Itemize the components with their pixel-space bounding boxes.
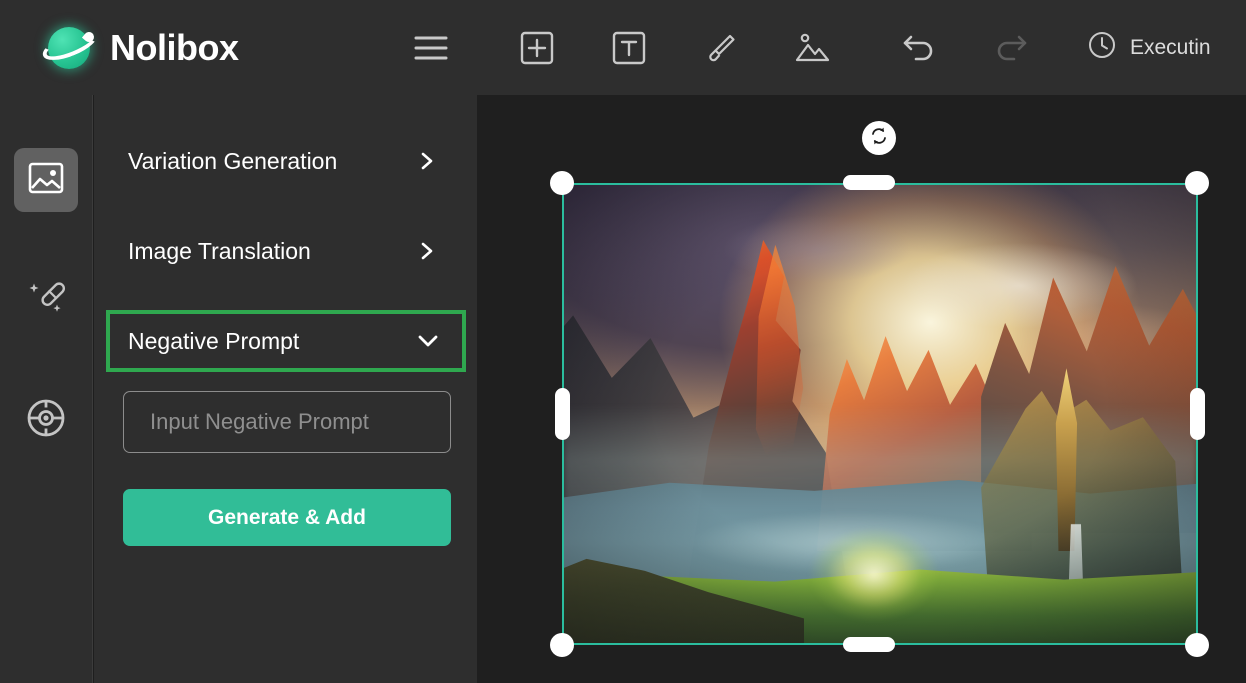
resize-handle-bottom-right[interactable]: [1185, 633, 1209, 657]
rotate-handle[interactable]: [862, 121, 896, 155]
chevron-down-icon: [417, 331, 438, 351]
sidebar-item-image[interactable]: [14, 148, 78, 212]
undo-icon[interactable]: [888, 19, 950, 77]
section-label: Variation Generation: [128, 147, 338, 174]
image-icon: [28, 162, 64, 199]
sidebar-item-magic[interactable]: [14, 268, 78, 332]
resize-handle-middle-left[interactable]: [555, 388, 570, 440]
resize-handle-bottom-left[interactable]: [550, 633, 574, 657]
text-icon[interactable]: [598, 19, 660, 77]
canvas-area[interactable]: [477, 95, 1246, 683]
section-label: Negative Prompt: [128, 327, 300, 354]
sidebar-item-target[interactable]: [14, 388, 78, 452]
rotate-icon: [868, 125, 890, 152]
chevron-right-icon: [417, 151, 437, 171]
section-label: Image Translation: [128, 237, 311, 264]
resize-handle-top-center[interactable]: [843, 175, 895, 190]
chevron-right-icon: [417, 241, 437, 261]
nolibox-logo-icon: [38, 21, 102, 75]
menu-icon[interactable]: [400, 19, 462, 77]
artwork-image: [564, 185, 1196, 643]
section-image-translation[interactable]: Image Translation: [94, 220, 477, 282]
selected-image-object[interactable]: [562, 183, 1198, 645]
generate-and-add-button[interactable]: Generate & Add: [123, 489, 451, 546]
image-icon[interactable]: [782, 19, 844, 77]
status-text: Executin: [1130, 35, 1211, 59]
resize-handle-bottom-center[interactable]: [843, 637, 895, 652]
brand-name: Nolibox: [110, 26, 239, 68]
toolbar-tools: Executin: [400, 19, 1211, 77]
negative-prompt-input[interactable]: [123, 391, 451, 453]
section-variation-generation[interactable]: Variation Generation: [94, 130, 477, 192]
clock-icon: [1088, 31, 1116, 64]
redo-icon[interactable]: [980, 19, 1042, 77]
app-root: Nolibox Executin Variation Generation Im…: [0, 0, 1246, 683]
tools-panel: Variation Generation Image Translation N…: [94, 95, 477, 683]
section-negative-prompt[interactable]: Negative Prompt: [94, 310, 477, 372]
top-toolbar: Nolibox Executin: [0, 0, 1246, 95]
target-icon: [26, 398, 66, 443]
status-indicator: Executin: [1088, 31, 1211, 64]
resize-handle-top-right[interactable]: [1185, 171, 1209, 195]
left-icon-rail: [0, 95, 93, 683]
brand: Nolibox: [0, 21, 400, 75]
resize-handle-middle-right[interactable]: [1190, 388, 1205, 440]
add-icon[interactable]: [506, 19, 568, 77]
resize-handle-top-left[interactable]: [550, 171, 574, 195]
magic-wand-icon: [26, 278, 66, 323]
brush-icon[interactable]: [690, 19, 752, 77]
